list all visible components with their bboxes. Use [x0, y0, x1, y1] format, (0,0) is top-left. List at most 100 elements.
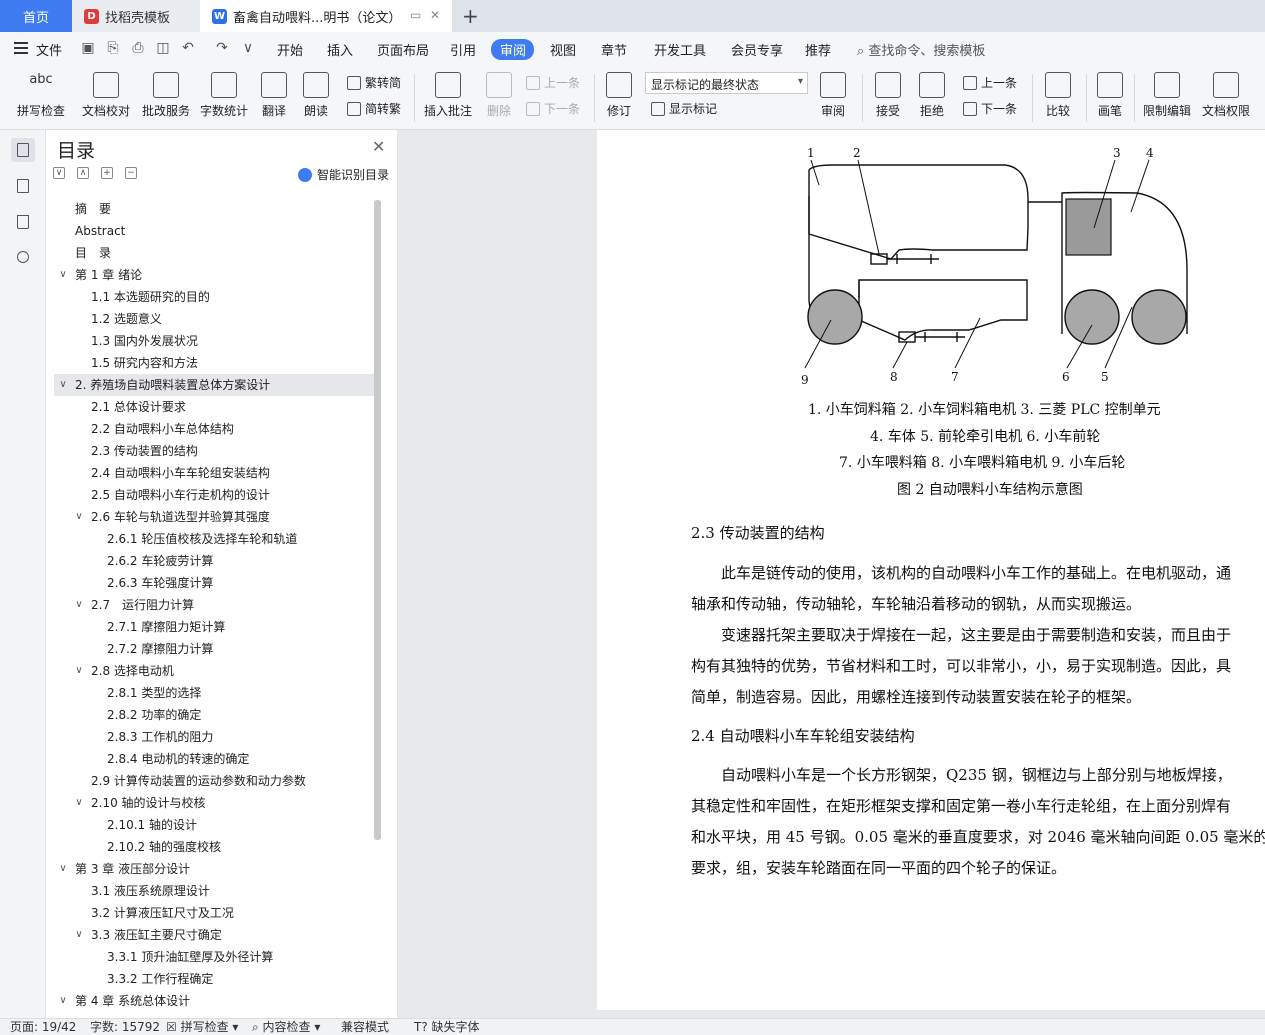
menu-file[interactable]: 文件: [36, 40, 62, 59]
track-changes-button[interactable]: 修订: [600, 70, 638, 126]
missing-font[interactable]: T? 缺失字体: [414, 1019, 480, 1035]
trad-to-simp-button[interactable]: 繁转简: [347, 74, 401, 91]
tab-document[interactable]: W 畜禽自动喂料...明书（论文） ▭ ✕: [200, 0, 452, 32]
doc-rights-button[interactable]: 文档权限: [1198, 70, 1254, 126]
status-spell-check[interactable]: ☒ 拼写检查 ▾: [166, 1019, 238, 1035]
tab-home[interactable]: 首页: [0, 0, 72, 32]
close-icon[interactable]: ✕: [372, 137, 385, 156]
toc-item[interactable]: 1.2 选题意义: [54, 308, 374, 330]
spell-check-button[interactable]: abc 拼写检查: [10, 70, 72, 126]
toc-item[interactable]: Abstract: [54, 220, 374, 242]
undo-icon[interactable]: ↶: [180, 40, 196, 56]
menu-chapter[interactable]: 章节: [601, 40, 627, 59]
toc-item[interactable]: 2.4 自动喂料小车车轮组安装结构: [54, 462, 374, 484]
toc-item[interactable]: 2.8.4 电动机的转速的确定: [54, 748, 374, 770]
toc-panel-icon[interactable]: [11, 138, 35, 162]
menu-home[interactable]: 开始: [277, 40, 303, 59]
pen-button[interactable]: 画笔: [1092, 70, 1128, 126]
simp-to-trad-button[interactable]: 简转繁: [347, 100, 401, 117]
chevron-down-icon[interactable]: ∨: [57, 264, 69, 286]
tab-pin-icon[interactable]: ▭: [410, 8, 421, 22]
menu-review[interactable]: 审阅: [500, 40, 526, 59]
chevron-down-icon[interactable]: ∨: [57, 858, 69, 880]
toc-item[interactable]: ∨ 3.3 液压缸主要尺寸确定: [54, 924, 374, 946]
compare-button[interactable]: 比较: [1038, 70, 1078, 126]
toc-item[interactable]: 摘 要: [54, 198, 374, 220]
show-markup-button[interactable]: 显示标记: [651, 100, 717, 117]
read-aloud-button[interactable]: 朗读: [297, 70, 335, 126]
insert-comment-button[interactable]: 插入批注: [420, 70, 476, 126]
chapter-nav-icon[interactable]: [11, 174, 35, 198]
toc-scrollbar[interactable]: [374, 200, 381, 840]
page-indicator[interactable]: 页面: 19/42: [10, 1019, 76, 1035]
toc-item[interactable]: ∨ 2. 养殖场自动喂料装置总体方案设计: [54, 374, 374, 396]
more-quick-access-icon[interactable]: ∨: [240, 40, 256, 56]
menu-recommend[interactable]: 推荐: [805, 40, 831, 59]
accept-change-button[interactable]: 接受: [868, 70, 908, 126]
toc-item[interactable]: 1.5 研究内容和方法: [54, 352, 374, 374]
restrict-editing-button[interactable]: 限制编辑: [1140, 70, 1194, 126]
print-preview-icon[interactable]: ◫: [155, 40, 171, 56]
smart-toc-button[interactable]: 智能识别目录: [298, 166, 389, 183]
reject-change-button[interactable]: 拒绝: [912, 70, 952, 126]
word-count-indicator[interactable]: 字数: 15792: [90, 1019, 160, 1035]
status-content-check[interactable]: ⌕ 内容检查 ▾: [252, 1019, 320, 1035]
toc-item[interactable]: ∨ 2.6 车轮与轨道选型并验算其强度: [54, 506, 374, 528]
save-icon[interactable]: ▣: [80, 40, 96, 56]
next-change-button[interactable]: 下一条: [963, 100, 1017, 117]
toc-item[interactable]: 3.3.2 工作行程确定: [54, 968, 374, 990]
menu-member[interactable]: 会员专享: [731, 40, 783, 59]
remove-heading-icon[interactable]: −: [125, 167, 137, 179]
doc-proof-button[interactable]: 文档校对: [78, 70, 134, 126]
toc-item[interactable]: 2.6.1 轮压值校核及选择车轮和轨道: [54, 528, 374, 550]
toc-item[interactable]: ∨ 第 4 章 系统总体设计: [54, 990, 374, 1012]
toc-item[interactable]: 1.3 国内外发展状况: [54, 330, 374, 352]
toc-item[interactable]: 3.1 液压系统原理设计: [54, 880, 374, 902]
tab-template-store[interactable]: D 找稻壳模板: [72, 0, 200, 32]
document-page[interactable]: 1 2 3 4 5 6 7 8 9 1. 小车饲料箱 2. 小车饲料箱电机 3.…: [597, 130, 1265, 1010]
toc-item[interactable]: 2.6.2 车轮疲劳计算: [54, 550, 374, 572]
toc-item[interactable]: 1.1 本选题研究的目的: [54, 286, 374, 308]
collapse-all-icon[interactable]: ∨: [53, 167, 65, 179]
toc-item[interactable]: ∨ 第 1 章 绪论: [54, 264, 374, 286]
menu-view[interactable]: 视图: [550, 40, 576, 59]
toc-item[interactable]: 2.3 传动装置的结构: [54, 440, 374, 462]
toc-item[interactable]: 2.8.1 类型的选择: [54, 682, 374, 704]
menu-insert[interactable]: 插入: [327, 40, 353, 59]
find-icon[interactable]: [11, 246, 35, 270]
toc-item[interactable]: 2.6.3 车轮强度计算: [54, 572, 374, 594]
word-count-button[interactable]: 字数统计: [196, 70, 252, 126]
toc-item[interactable]: 2.9 计算传动装置的运动参数和动力参数: [54, 770, 374, 792]
toc-item[interactable]: ∨ 2.8 选择电动机: [54, 660, 374, 682]
hamburger-menu-icon[interactable]: [14, 42, 28, 54]
toc-item[interactable]: 2.10.1 轴的设计: [54, 814, 374, 836]
export-pdf-icon[interactable]: ⎘: [105, 40, 121, 56]
translate-button[interactable]: 翻译: [254, 70, 294, 126]
bookmark-icon[interactable]: [11, 210, 35, 234]
chevron-down-icon[interactable]: ∨: [73, 594, 85, 616]
chevron-down-icon[interactable]: ∨: [73, 506, 85, 528]
review-pane-button[interactable]: 审阅: [814, 70, 852, 126]
toc-item[interactable]: 2.8.3 工作机的阻力: [54, 726, 374, 748]
toc-item[interactable]: 2.8.2 功率的确定: [54, 704, 374, 726]
chevron-down-icon[interactable]: ∨: [57, 374, 69, 396]
toc-item[interactable]: 2.5 自动喂料小车行走机构的设计: [54, 484, 374, 506]
toc-item[interactable]: 2.10.2 轴的强度校核: [54, 836, 374, 858]
toc-item[interactable]: 2.1 总体设计要求: [54, 396, 374, 418]
toc-item[interactable]: 3.2 计算液压缸尺寸及工况: [54, 902, 374, 924]
chevron-down-icon[interactable]: ∨: [73, 660, 85, 682]
redo-icon[interactable]: ↷: [214, 40, 230, 56]
new-tab-plus-icon[interactable]: +: [462, 4, 479, 28]
print-icon[interactable]: ⎙: [130, 40, 146, 56]
delete-comment-button[interactable]: 删除: [480, 70, 518, 126]
toc-item[interactable]: 2.7.1 摩擦阻力矩计算: [54, 616, 374, 638]
prev-change-button[interactable]: 上一条: [963, 74, 1017, 91]
batch-service-button[interactable]: 批改服务: [138, 70, 194, 126]
prev-comment-button[interactable]: 上一条: [526, 74, 580, 91]
markup-state-select[interactable]: 显示标记的最终状态: [645, 72, 808, 94]
menu-page-layout[interactable]: 页面布局: [377, 40, 429, 59]
expand-up-icon[interactable]: ∧: [77, 167, 89, 179]
toc-item[interactable]: ∨ 2.7 运行阻力计算: [54, 594, 374, 616]
chevron-down-icon[interactable]: ∨: [73, 792, 85, 814]
tab-close-icon[interactable]: ✕: [430, 8, 440, 22]
